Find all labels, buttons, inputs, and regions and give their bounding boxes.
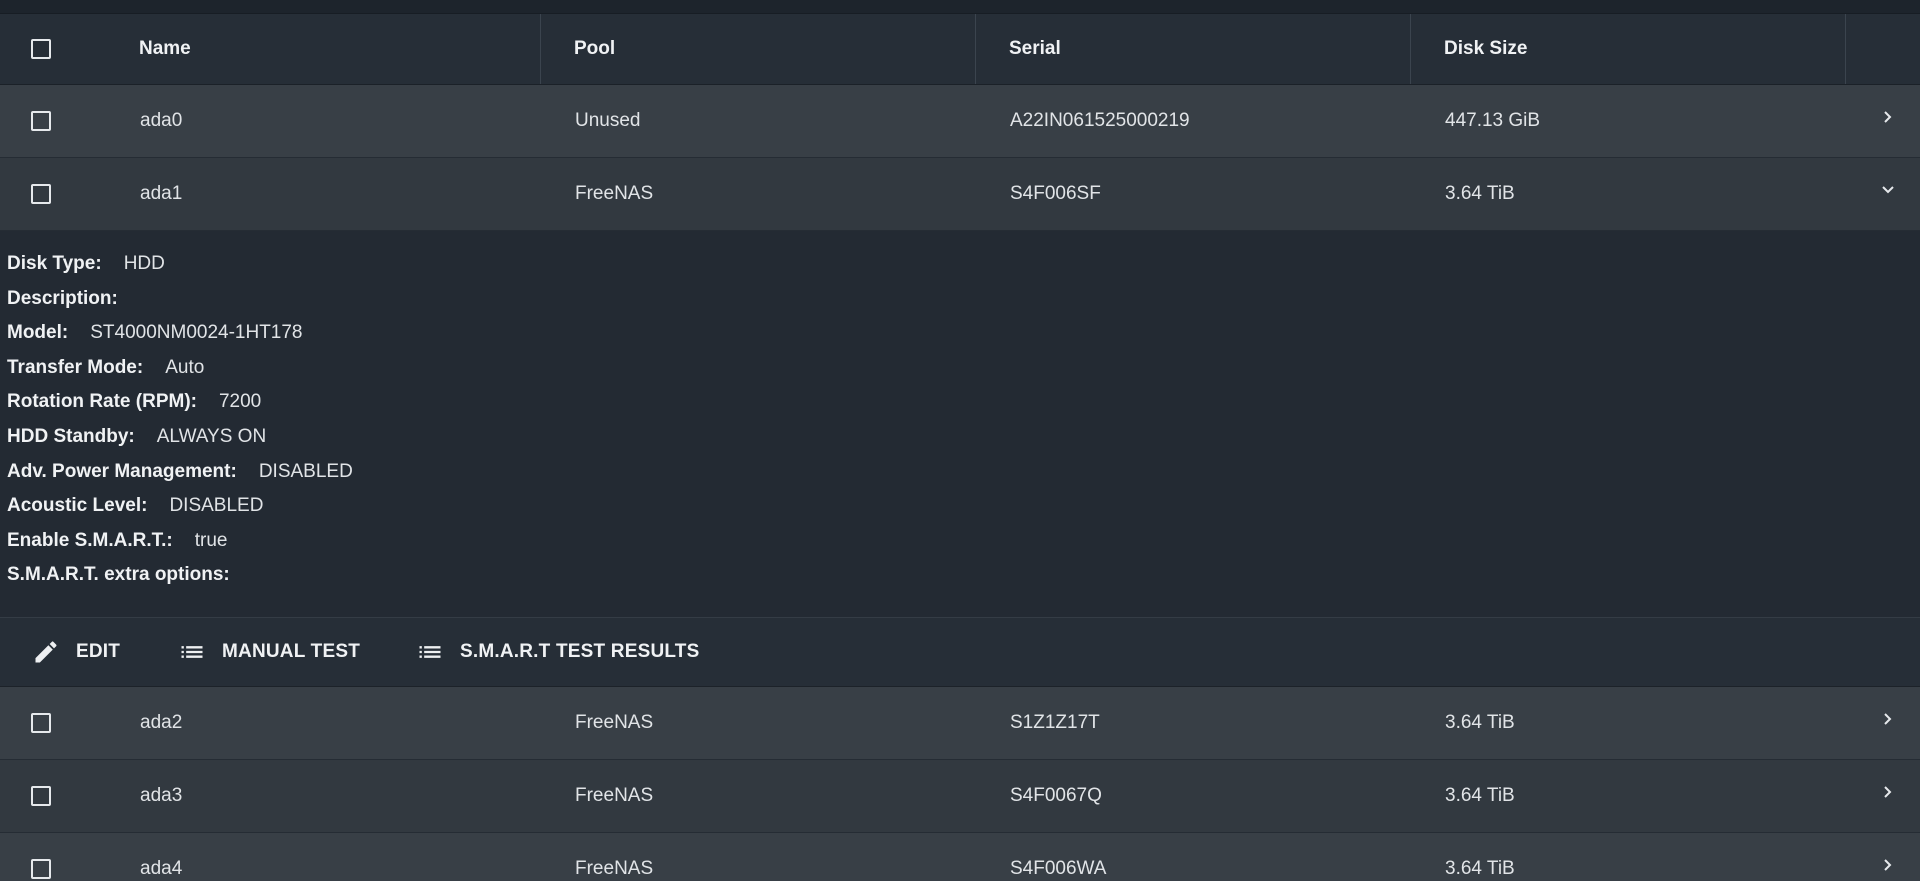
- detail-label: Disk Type:: [7, 253, 102, 274]
- table-row[interactable]: ada4 FreeNAS S4F006WA 3.64 TiB: [0, 833, 1920, 881]
- detail-label: Acoustic Level:: [7, 495, 148, 517]
- row-checkbox[interactable]: [31, 786, 51, 806]
- table-row[interactable]: ada2 FreeNAS S1Z1Z17T 3.64 TiB: [0, 687, 1920, 760]
- column-divider: [1410, 14, 1411, 84]
- cell-disk-size: 3.64 TiB: [1445, 785, 1515, 806]
- row-actions-bar: EDIT MANUAL TEST S.M.A.R.T TEST RESULTS: [0, 618, 1920, 687]
- detail-label: Transfer Mode:: [7, 356, 144, 378]
- cell-serial: S4F0067Q: [1010, 785, 1102, 806]
- manual-test-label: MANUAL TEST: [222, 641, 361, 662]
- cell-pool: FreeNAS: [575, 785, 654, 806]
- smart-test-results-button[interactable]: S.M.A.R.T TEST RESULTS: [416, 618, 699, 686]
- table-row[interactable]: ada3 FreeNAS S4F0067Q 3.64 TiB: [0, 760, 1920, 833]
- detail-value: ALWAYS ON: [156, 426, 267, 447]
- chevron-right-icon[interactable]: [1878, 107, 1898, 127]
- detail-line: Enable S.M.A.R.T.: true: [7, 526, 228, 556]
- detail-value: true: [194, 529, 228, 551]
- detail-line: Acoustic Level: DISABLED: [7, 491, 263, 521]
- row-checkbox[interactable]: [31, 859, 51, 879]
- disk-details-panel: Disk Type: HDD Description: Model: ST4000NM0…: [0, 231, 1920, 618]
- table-row-expanded[interactable]: ada1 FreeNAS S4F006SF 3.64 TiB: [0, 158, 1920, 231]
- cell-pool: FreeNAS: [575, 858, 654, 879]
- column-divider: [1845, 14, 1846, 84]
- column-divider: [540, 14, 541, 84]
- cell-disk-size: 3.64 TiB: [1445, 183, 1515, 204]
- detail-value: ST4000NM0024-1HT178: [90, 322, 303, 344]
- cell-serial: S4F006SF: [1010, 183, 1101, 204]
- cell-pool: FreeNAS: [575, 712, 654, 733]
- detail-line: Description:: [7, 284, 140, 314]
- cell-pool: Unused: [575, 110, 641, 131]
- edit-button[interactable]: EDIT: [32, 618, 120, 686]
- detail-value: DISABLED: [169, 495, 264, 517]
- detail-line: Disk Type: HDD: [7, 249, 165, 279]
- detail-value: Auto: [165, 356, 205, 378]
- cell-disk-size: 3.64 TiB: [1445, 712, 1515, 733]
- detail-value: 7200: [218, 391, 262, 413]
- table-header: Name Pool Serial Disk Size: [0, 14, 1920, 85]
- smart-test-results-label: S.M.A.R.T TEST RESULTS: [460, 641, 700, 662]
- detail-line: Rotation Rate (RPM): 7200: [7, 387, 261, 417]
- manual-test-button[interactable]: MANUAL TEST: [178, 618, 360, 686]
- header-pool[interactable]: Pool: [574, 14, 615, 84]
- cell-serial: S1Z1Z17T: [1010, 712, 1100, 733]
- chevron-right-icon[interactable]: [1878, 709, 1898, 729]
- detail-line: S.M.A.R.T. extra options:: [7, 560, 252, 590]
- cell-serial: S4F006WA: [1010, 858, 1107, 879]
- chevron-right-icon[interactable]: [1878, 782, 1898, 802]
- select-all-checkbox[interactable]: [31, 39, 51, 59]
- cell-pool: FreeNAS: [575, 183, 654, 204]
- detail-value: DISABLED: [258, 460, 353, 482]
- row-checkbox[interactable]: [31, 111, 51, 131]
- cell-name: ada4: [140, 858, 183, 879]
- detail-line: Model: ST4000NM0024-1HT178: [7, 318, 303, 348]
- detail-value: HDD: [123, 253, 165, 274]
- cell-name: ada2: [140, 712, 183, 733]
- row-checkbox[interactable]: [31, 713, 51, 733]
- chevron-down-icon[interactable]: [1878, 180, 1898, 200]
- chevron-right-icon[interactable]: [1878, 855, 1898, 875]
- cell-name: ada0: [140, 110, 183, 131]
- detail-label: Rotation Rate (RPM):: [7, 391, 197, 413]
- detail-line: HDD Standby: ALWAYS ON: [7, 422, 266, 452]
- list-icon: [181, 646, 203, 658]
- cell-name: ada1: [140, 183, 183, 204]
- detail-label: HDD Standby:: [7, 426, 135, 447]
- cell-name: ada3: [140, 785, 183, 806]
- detail-label: S.M.A.R.T. extra options:: [7, 564, 230, 586]
- cell-disk-size: 447.13 GiB: [1445, 110, 1541, 131]
- header-serial[interactable]: Serial: [1009, 14, 1061, 84]
- edit-label: EDIT: [76, 641, 121, 662]
- table-row[interactable]: ada0 Unused A22IN061525000219 447.13 GiB: [0, 85, 1920, 158]
- detail-label: Description:: [7, 287, 118, 309]
- detail-label: Enable S.M.A.R.T.:: [7, 529, 173, 551]
- detail-label: Adv. Power Management:: [7, 460, 237, 482]
- cell-disk-size: 3.64 TiB: [1445, 858, 1515, 879]
- cell-serial: A22IN061525000219: [1010, 110, 1190, 131]
- header-disk-size[interactable]: Disk Size: [1444, 14, 1527, 84]
- row-checkbox[interactable]: [31, 184, 51, 204]
- list-icon: [419, 646, 441, 658]
- top-bar: [0, 0, 1920, 14]
- detail-line: Adv. Power Management: DISABLED: [7, 457, 353, 487]
- detail-label: Model:: [7, 322, 69, 344]
- header-name[interactable]: Name: [139, 14, 191, 84]
- detail-line: Transfer Mode: Auto: [7, 353, 204, 383]
- column-divider: [975, 14, 976, 84]
- pencil-icon: [35, 641, 57, 663]
